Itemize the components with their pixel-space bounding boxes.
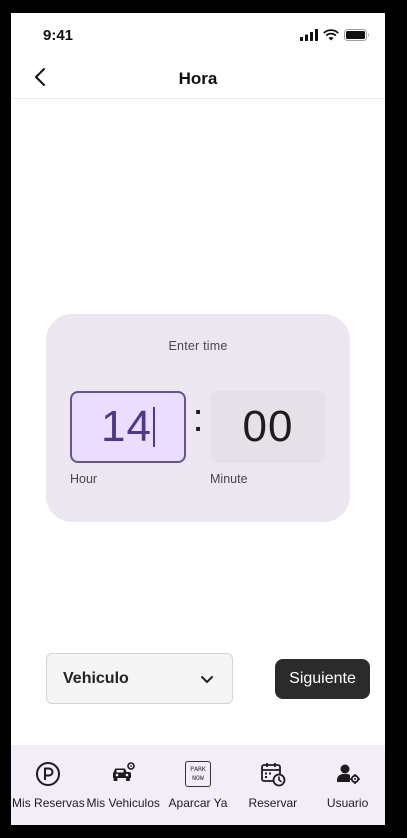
next-button[interactable]: Siguiente — [275, 659, 370, 699]
nav-label: Reservar — [248, 796, 298, 810]
user-gear-icon — [334, 760, 362, 788]
park-now-icon-text: PARK NOW — [184, 761, 211, 787]
minute-input[interactable]: 00 — [210, 391, 326, 463]
nav-item-aparcar-ya[interactable]: PARK NOW Aparcar Ya — [161, 745, 236, 825]
nav-label: Aparcar Ya — [168, 796, 228, 810]
time-picker-label: Enter time — [168, 339, 228, 353]
calendar-clock-icon — [259, 760, 287, 788]
chevron-down-icon — [201, 676, 213, 683]
page-title: Hora — [178, 69, 218, 88]
bottom-nav: Mis Reservas Mis Vehiculos PARK NOW Apar… — [11, 745, 385, 825]
vehicle-dropdown[interactable]: Vehiculo — [46, 653, 233, 704]
status-icons — [300, 29, 370, 41]
status-time: 9:41 — [43, 27, 74, 44]
hour-value: 14 — [101, 402, 152, 451]
wifi-icon — [323, 29, 339, 41]
time-picker-card: Enter time 14 : 00 Hour Minute — [46, 314, 350, 522]
text-caret — [152, 407, 155, 447]
minute-value: 00 — [242, 402, 294, 451]
hour-input[interactable]: 14 — [70, 391, 186, 463]
nav-label: Mis Reservas — [12, 796, 85, 810]
nav-item-mis-vehiculos[interactable]: Mis Vehiculos — [86, 745, 161, 825]
battery-icon — [344, 29, 369, 41]
parking-icon — [34, 760, 62, 788]
car-gear-icon — [109, 760, 137, 788]
signal-icon — [300, 29, 318, 41]
park-now-icon: PARK NOW — [184, 760, 212, 788]
nav-item-usuario[interactable]: Usuario — [310, 745, 385, 825]
nav-label: Usuario — [326, 796, 369, 810]
hour-label: Hour — [70, 472, 98, 486]
minute-label: Minute — [210, 472, 248, 486]
vehicle-dropdown-label: Vehiculo — [63, 670, 129, 687]
nav-label: Mis Vehiculos — [86, 796, 160, 810]
nav-item-reservar[interactable]: Reservar — [235, 745, 310, 825]
time-separator: : — [192, 396, 204, 440]
app-header: Hora — [11, 57, 385, 99]
nav-item-mis-reservas[interactable]: Mis Reservas — [11, 745, 86, 825]
phone-screen: 9:41 Hora Enter time 14: 00 Hour Minute… — [11, 13, 385, 825]
status-bar: 9:41 — [11, 13, 385, 57]
